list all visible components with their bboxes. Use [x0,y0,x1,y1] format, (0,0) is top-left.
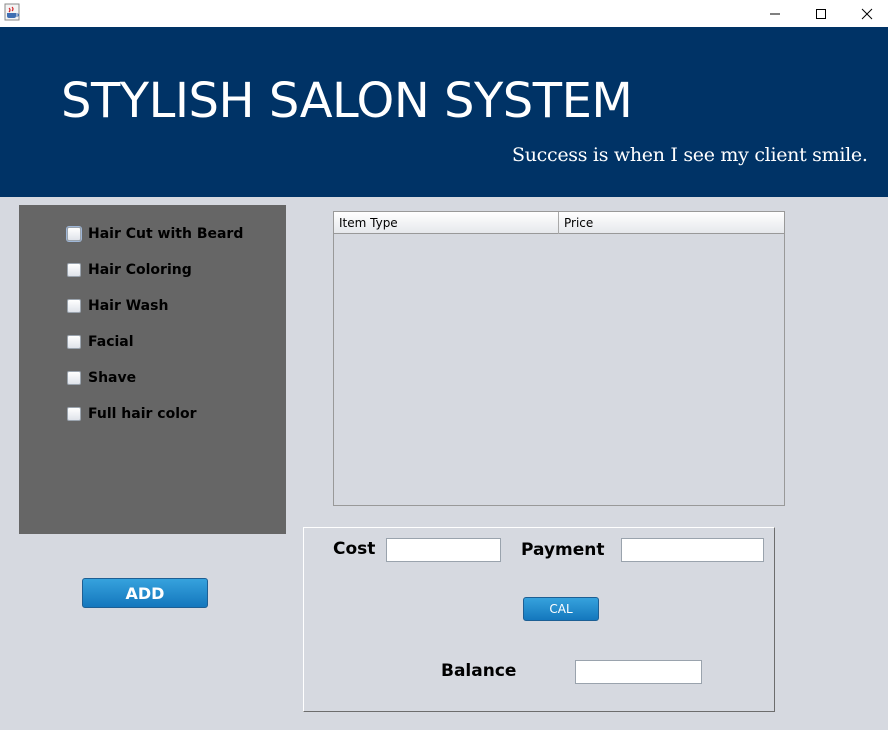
items-table[interactable]: Item Type Price [333,211,785,506]
payment-field[interactable] [621,538,764,562]
service-checkbox-full-hair-color[interactable]: Full hair color [67,404,197,424]
balance-field[interactable] [575,660,702,684]
checkbox[interactable] [67,299,81,313]
service-label: Facial [88,334,134,350]
payment-label: Payment [521,540,605,560]
close-icon [861,8,873,19]
close-button[interactable] [844,0,888,27]
service-checkbox-shave[interactable]: Shave [67,368,136,388]
table-body[interactable] [334,234,784,505]
minimize-icon [770,13,780,14]
java-coffee-icon [4,3,20,21]
service-checkbox-facial[interactable]: Facial [67,332,134,352]
payment-panel: Cost Payment CAL Balance [303,527,775,712]
header-banner: STYLISH SALON SYSTEM Success is when I s… [0,27,888,197]
service-label: Hair Wash [88,298,169,314]
app-title: STYLISH SALON SYSTEM [61,73,633,129]
service-label: Shave [88,370,137,386]
app-tagline: Success is when I see my client smile. [512,144,868,166]
minimize-button[interactable] [752,0,798,27]
checkbox[interactable] [67,263,81,277]
maximize-button[interactable] [798,0,844,27]
cost-label: Cost [333,539,376,559]
window-titlebar [0,0,888,27]
service-label: Full hair color [88,406,197,422]
maximize-icon [816,8,826,19]
checkbox[interactable] [67,227,81,241]
service-checkbox-hair-coloring[interactable]: Hair Coloring [67,260,192,280]
column-header-item-type[interactable]: Item Type [334,212,559,234]
cal-button[interactable]: CAL [523,597,599,621]
add-button[interactable]: ADD [82,578,208,608]
services-panel: Hair Cut with Beard Hair Coloring Hair W… [19,205,286,534]
checkbox[interactable] [67,407,81,421]
column-header-price[interactable]: Price [559,212,784,234]
checkbox[interactable] [67,371,81,385]
service-label: Hair Cut with Beard [88,226,244,242]
table-header: Item Type Price [334,212,784,234]
checkbox[interactable] [67,335,81,349]
service-checkbox-hair-cut-with-beard[interactable]: Hair Cut with Beard [67,224,243,244]
cost-field[interactable] [386,538,501,562]
balance-label: Balance [441,661,517,681]
service-label: Hair Coloring [88,262,192,278]
service-checkbox-hair-wash[interactable]: Hair Wash [67,296,168,316]
